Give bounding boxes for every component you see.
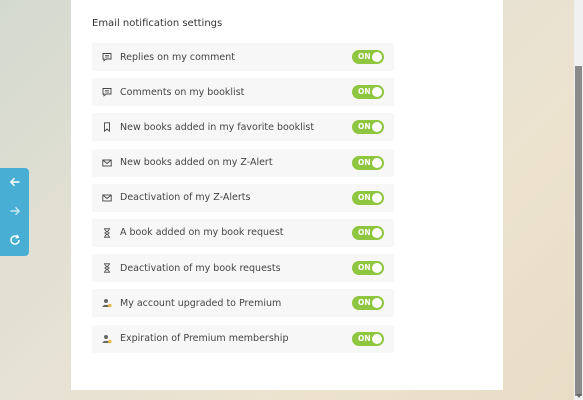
bookmark-icon bbox=[102, 122, 112, 133]
toggle-knob bbox=[372, 192, 382, 203]
user-premium-icon bbox=[102, 298, 112, 308]
favorite-booklist-toggle[interactable]: ON bbox=[352, 120, 384, 135]
notification-list: Replies on my comment ON Comments on my … bbox=[92, 43, 394, 360]
notification-label: Comments on my booklist bbox=[120, 86, 245, 98]
back-arrow-icon bbox=[9, 173, 21, 192]
toggle-state: ON bbox=[358, 333, 371, 343]
toggle-knob bbox=[372, 52, 382, 62]
notification-row-replies: Replies on my comment ON bbox=[92, 43, 394, 71]
notification-label: Expiration of Premium membership bbox=[120, 333, 289, 344]
scroll-down-arrow-icon[interactable] bbox=[576, 394, 582, 398]
toggle-knob bbox=[372, 122, 382, 133]
toggle-state: ON bbox=[358, 298, 371, 308]
toggle-state: ON bbox=[358, 157, 371, 167]
hourglass-icon bbox=[102, 263, 112, 273]
envelope-icon bbox=[102, 158, 112, 168]
toggle-knob bbox=[372, 87, 382, 98]
toggle-knob bbox=[372, 298, 382, 309]
toggle-state: ON bbox=[358, 227, 371, 237]
refresh-button[interactable] bbox=[0, 226, 29, 255]
notification-label: My account upgraded to Premium bbox=[120, 297, 282, 309]
zalert-deactivation-toggle[interactable]: ON bbox=[352, 190, 384, 205]
toggle-state: ON bbox=[358, 263, 371, 273]
notification-row-premium-upgrade: My account upgraded to Premium ON bbox=[92, 289, 394, 318]
section-title: Email notification settings bbox=[92, 18, 223, 29]
toggle-knob bbox=[372, 227, 382, 238]
notification-label: Deactivation of my book requests bbox=[120, 262, 281, 274]
notification-label: A book added on my book request bbox=[120, 227, 284, 239]
toggle-knob bbox=[372, 333, 382, 344]
forward-button[interactable] bbox=[0, 197, 29, 226]
notification-label: Deactivation of my Z-Alerts bbox=[120, 192, 251, 204]
user-premium-icon bbox=[102, 334, 112, 344]
toggle-state: ON bbox=[358, 192, 371, 202]
premium-expiration-toggle[interactable]: ON bbox=[352, 331, 384, 346]
zalert-new-books-toggle[interactable]: ON bbox=[352, 155, 384, 170]
book-request-deactivation-toggle[interactable]: ON bbox=[352, 261, 384, 276]
vertical-scrollbar[interactable] bbox=[574, 0, 583, 400]
notification-label: New books added in my favorite booklist bbox=[120, 121, 315, 133]
comment-icon bbox=[102, 52, 112, 62]
toggle-knob bbox=[372, 157, 382, 168]
toggle-knob bbox=[372, 263, 382, 274]
notification-row-premium-expiration: Expiration of Premium membership ON bbox=[92, 324, 394, 353]
envelope-icon bbox=[102, 193, 112, 203]
notification-row-zalert-deactivation: Deactivation of my Z-Alerts ON bbox=[92, 183, 394, 212]
replies-toggle[interactable]: ON bbox=[352, 50, 384, 64]
settings-card: Email notification settings Replies on m… bbox=[71, 0, 503, 390]
refresh-icon bbox=[9, 231, 21, 250]
premium-upgrade-toggle[interactable]: ON bbox=[352, 296, 384, 311]
scrollbar-thumb[interactable] bbox=[575, 66, 582, 396]
forward-arrow-icon bbox=[9, 202, 21, 221]
notification-row-booklist-comments: Comments on my booklist ON bbox=[92, 78, 394, 107]
booklist-comments-toggle[interactable]: ON bbox=[352, 85, 384, 100]
back-button[interactable] bbox=[0, 168, 29, 197]
toggle-state: ON bbox=[358, 122, 371, 132]
notification-row-zalert-new-books: New books added on my Z-Alert ON bbox=[92, 148, 394, 177]
notification-label: New books added on my Z-Alert bbox=[120, 157, 273, 169]
side-nav-panel bbox=[0, 168, 29, 256]
hourglass-icon bbox=[102, 228, 112, 238]
notification-label: Replies on my comment bbox=[120, 51, 236, 63]
notification-row-book-request-deactivation: Deactivation of my book requests ON bbox=[92, 254, 394, 283]
toggle-state: ON bbox=[358, 87, 371, 97]
notification-row-favorite-booklist: New books added in my favorite booklist … bbox=[92, 113, 394, 142]
notification-row-book-request-added: A book added on my book request ON bbox=[92, 218, 394, 247]
comment-icon bbox=[102, 87, 112, 97]
book-request-added-toggle[interactable]: ON bbox=[352, 225, 384, 240]
toggle-state: ON bbox=[358, 52, 371, 61]
